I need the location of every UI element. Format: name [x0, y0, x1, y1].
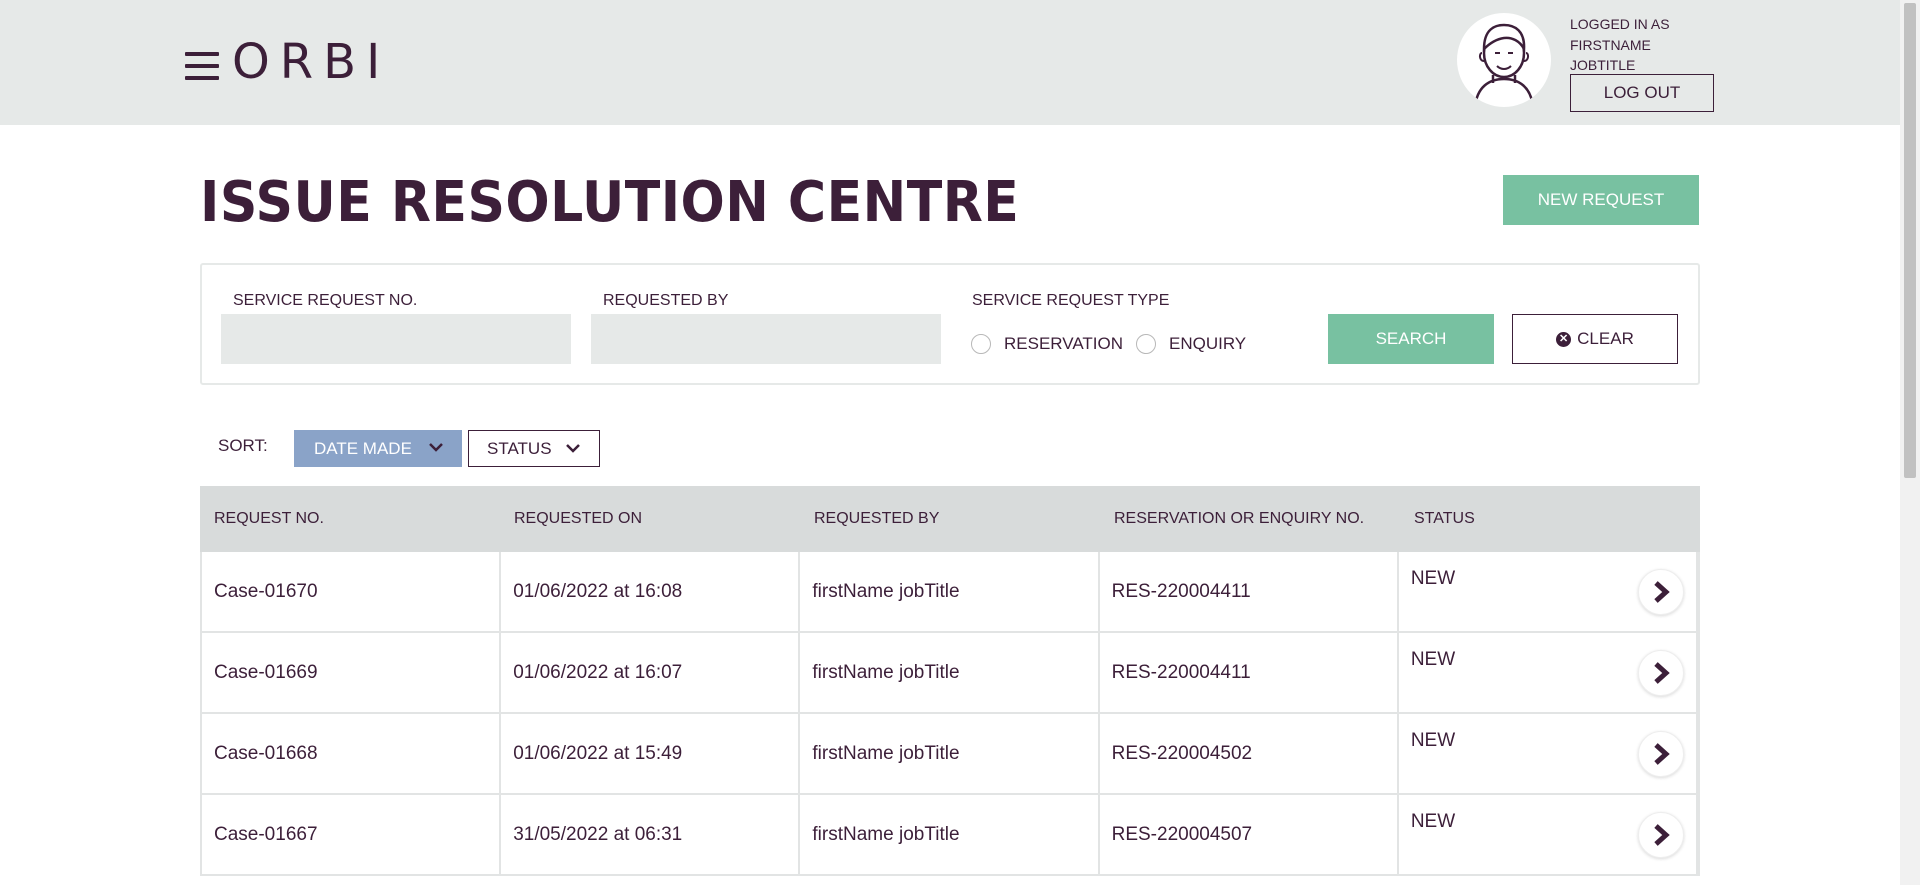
- new-request-button[interactable]: NEW REQUEST: [1503, 175, 1699, 225]
- search-button[interactable]: SEARCH: [1328, 314, 1494, 364]
- requested-by-label: REQUESTED BY: [603, 292, 729, 309]
- table-row[interactable]: Case-01670 01/06/2022 at 16:08 firstName…: [200, 552, 1700, 633]
- page-scrollbar[interactable]: [1900, 0, 1920, 885]
- clear-button[interactable]: ✕ CLEAR: [1512, 314, 1678, 364]
- request-no-cell: Case-01670: [202, 552, 502, 631]
- column-header-request-no[interactable]: REQUEST NO.: [200, 510, 500, 528]
- request-no-cell: Case-01667: [202, 795, 502, 874]
- logged-in-info: LOGGED IN AS FIRSTNAME JOBTITLE: [1570, 14, 1670, 76]
- user-avatar-icon: [1457, 13, 1551, 107]
- request-no-cell: Case-01668: [202, 714, 502, 793]
- top-header: ORBI LOGGED IN AS FIRSTNAME JOBTITLE LOG…: [0, 0, 1900, 125]
- table-row[interactable]: Case-01668 01/06/2022 at 15:49 firstName…: [200, 714, 1700, 795]
- open-request-button[interactable]: [1638, 569, 1684, 615]
- enquiry-radio[interactable]: [1136, 334, 1156, 354]
- requested-by-cell: firstName jobTitle: [800, 633, 1100, 712]
- reservation-no-cell: RES-220004507: [1100, 795, 1399, 874]
- sort-status-button[interactable]: STATUS: [468, 430, 600, 467]
- reservation-radio[interactable]: [971, 334, 991, 354]
- request-no-input[interactable]: [221, 314, 571, 364]
- open-request-button[interactable]: [1638, 812, 1684, 858]
- clear-button-label: CLEAR: [1577, 329, 1634, 348]
- column-header-reservation-no[interactable]: RESERVATION OR ENQUIRY NO.: [1100, 510, 1400, 528]
- column-header-requested-on[interactable]: REQUESTED ON: [500, 510, 800, 528]
- logout-button[interactable]: LOG OUT: [1570, 74, 1714, 112]
- table-header: REQUEST NO. REQUESTED ON REQUESTED BY RE…: [200, 486, 1700, 552]
- request-no-cell: Case-01669: [202, 633, 502, 712]
- open-request-button[interactable]: [1638, 650, 1684, 696]
- close-circle-icon: ✕: [1556, 331, 1572, 347]
- chevron-right-icon: [1654, 581, 1670, 603]
- sort-date-made-button[interactable]: DATE MADE: [294, 430, 462, 467]
- column-header-requested-by[interactable]: REQUESTED BY: [800, 510, 1100, 528]
- requested-on-cell: 31/05/2022 at 06:31: [501, 795, 801, 874]
- chevron-right-icon: [1654, 824, 1670, 846]
- logged-in-as-label: LOGGED IN AS: [1570, 16, 1670, 32]
- requested-by-cell: firstName jobTitle: [800, 552, 1100, 631]
- open-request-button[interactable]: [1638, 731, 1684, 777]
- requested-by-cell: firstName jobTitle: [800, 714, 1100, 793]
- reservation-no-cell: RES-220004502: [1100, 714, 1399, 793]
- column-header-status[interactable]: STATUS: [1400, 510, 1700, 528]
- table-row[interactable]: Case-01669 01/06/2022 at 16:07 firstName…: [200, 633, 1700, 714]
- requested-on-cell: 01/06/2022 at 16:07: [501, 633, 801, 712]
- hamburger-menu-icon[interactable]: [185, 52, 219, 80]
- requested-by-cell: firstName jobTitle: [800, 795, 1100, 874]
- sort-status-label: STATUS: [487, 438, 552, 458]
- reservation-radio-label[interactable]: RESERVATION: [1004, 334, 1123, 354]
- page-title: ISSUE RESOLUTION CENTRE: [200, 170, 1020, 235]
- reservation-no-cell: RES-220004411: [1100, 552, 1399, 631]
- chevron-right-icon: [1654, 743, 1670, 765]
- chevron-down-icon: [566, 444, 580, 453]
- sort-label: SORT:: [218, 436, 268, 455]
- user-jobtitle: JOBTITLE: [1570, 57, 1636, 73]
- chevron-down-icon: [429, 443, 443, 452]
- request-no-label: SERVICE REQUEST NO.: [233, 292, 418, 309]
- chevron-right-icon: [1654, 662, 1670, 684]
- reservation-no-cell: RES-220004411: [1100, 633, 1399, 712]
- scrollbar-thumb[interactable]: [1904, 3, 1916, 478]
- requested-by-input[interactable]: [591, 314, 941, 364]
- enquiry-radio-label[interactable]: ENQUIRY: [1169, 334, 1246, 354]
- sort-date-made-label: DATE MADE: [314, 438, 412, 458]
- requested-on-cell: 01/06/2022 at 15:49: [501, 714, 801, 793]
- requested-on-cell: 01/06/2022 at 16:08: [501, 552, 801, 631]
- request-type-label: SERVICE REQUEST TYPE: [972, 292, 1170, 309]
- orbi-logo[interactable]: ORBI: [232, 34, 390, 90]
- user-firstname: FIRSTNAME: [1570, 36, 1651, 53]
- table-row[interactable]: Case-01667 31/05/2022 at 06:31 firstName…: [200, 795, 1700, 876]
- requests-table: REQUEST NO. REQUESTED ON REQUESTED BY RE…: [200, 486, 1700, 876]
